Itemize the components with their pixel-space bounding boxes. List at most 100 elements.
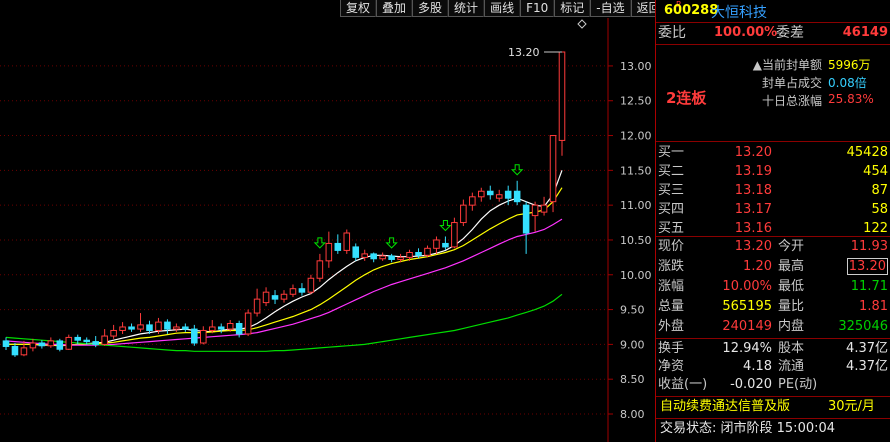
candle-body	[280, 293, 288, 300]
candle-body	[442, 242, 449, 248]
axis-tick-label: 11.50	[620, 164, 652, 177]
zhangdie-label: 涨跌	[658, 259, 685, 274]
candle-body	[343, 232, 351, 251]
zuidi-value: 11.71	[850, 279, 888, 294]
shouyi-value: -0.020	[730, 377, 772, 392]
buy-row[interactable]: 买四 13.17 58	[656, 200, 890, 220]
seal-ratio-value: 0.08倍	[828, 76, 867, 90]
buy-volume: 45428	[846, 145, 888, 160]
zongliang-label: 总量	[658, 299, 685, 314]
zuidi-label: 最低	[778, 279, 805, 294]
ten-day-gain-value: 25.83%	[828, 92, 874, 106]
toolbar-button[interactable]: 复权	[340, 0, 377, 17]
seal-amount-value: 5996万	[828, 58, 871, 72]
kline-chart[interactable]: 13.00 12.50 12.00 11.50 11.00 10.50 10.00 9.50 9…	[0, 18, 654, 442]
buy-row[interactable]: 买一 13.20 45428	[656, 143, 890, 163]
zhangfu-value: 10.00%	[722, 279, 772, 294]
xianjia-label: 现价	[658, 239, 685, 254]
candle-body	[522, 204, 530, 234]
axis-tick-label: 10.50	[620, 234, 652, 247]
axis-tick-label: 12.50	[620, 95, 652, 108]
toolbar-button[interactable]: 统计	[448, 0, 485, 17]
kline-chart-svg[interactable]: 13.00 12.50 12.00 11.50 11.00 10.50 10.00 9.50 9…	[0, 18, 654, 442]
jingzi-label: 净资	[658, 359, 685, 374]
jingzi-value: 4.18	[743, 359, 772, 374]
candle-body	[173, 326, 180, 330]
xianjia-value: 13.20	[734, 239, 772, 254]
down-arrow-icon	[510, 164, 524, 176]
candle-body	[307, 277, 315, 293]
candle-body	[182, 326, 189, 330]
toolbar-button[interactable]: -自选	[590, 0, 631, 17]
candle-body	[83, 339, 90, 343]
ma-line	[6, 187, 563, 346]
toolbar-button[interactable]: 标记	[554, 0, 591, 17]
candle-body	[38, 342, 46, 347]
guben-value: 4.37亿	[846, 341, 888, 356]
zongliang-value: 565195	[722, 299, 772, 314]
neipan-value: 325046	[838, 319, 888, 334]
waipan-label: 外盘	[658, 319, 685, 334]
divider	[656, 141, 890, 142]
candle-body	[289, 288, 297, 295]
axis-tick-label: 12.00	[620, 130, 652, 143]
guben-label: 股本	[778, 341, 805, 356]
candle-body	[155, 321, 162, 331]
buy-price: 13.17	[734, 202, 772, 217]
toolbar-button[interactable]: 多股	[412, 0, 449, 17]
pe-label: PE(动)	[778, 377, 818, 392]
quote-row: 外盘 240149 内盘 325046	[656, 317, 890, 337]
candle-body	[191, 328, 198, 344]
jinkai-label: 今开	[778, 239, 805, 254]
axis-tick-label: 9.50	[620, 304, 645, 317]
candle-body	[74, 336, 82, 341]
zuigao-label: 最高	[778, 259, 805, 274]
stock-name[interactable]: 大恒科技	[711, 2, 767, 22]
candle-body	[451, 222, 458, 248]
ma-line	[5, 218, 563, 346]
candle-body	[504, 190, 512, 199]
ad-banner[interactable]: 自动续费通达信普及版 30元/月	[656, 397, 890, 417]
ad-text[interactable]: 自动续费通达信普及版	[660, 397, 790, 417]
down-arrow-icon	[313, 237, 327, 249]
candle-body	[415, 251, 422, 256]
candle-body	[244, 312, 252, 335]
weibi-row: 委比 100.00% 委差 46149	[656, 23, 890, 43]
candle-body	[513, 190, 521, 203]
buy-row[interactable]: 买三 13.18 87	[656, 181, 890, 201]
ad-price[interactable]: 30元/月	[828, 397, 875, 417]
toolbar-button[interactable]: F10	[520, 0, 555, 17]
candle-body	[406, 251, 413, 258]
candle-body	[47, 340, 55, 347]
buy-label: 买三	[658, 183, 685, 198]
buy-label: 买四	[658, 202, 685, 217]
candle-body	[65, 336, 73, 350]
weibi-value: 100.00%	[714, 25, 778, 40]
divider	[656, 44, 890, 45]
liutong-value: 4.37亿	[846, 359, 888, 374]
buy-label: 买一	[658, 145, 685, 160]
candle-body	[253, 298, 261, 314]
candle-body	[128, 326, 135, 330]
buy-row[interactable]: 买二 13.19 454	[656, 162, 890, 182]
candle-body	[217, 326, 225, 330]
down-arrow-icon	[385, 237, 398, 249]
trade-status: 交易状态: 闭市阶段 15:00:04	[656, 419, 890, 439]
toolbar-button[interactable]: 叠加	[376, 0, 413, 17]
candle-body	[200, 329, 207, 344]
zuigao-value: 13.20	[828, 257, 888, 277]
liangbi-value: 1.81	[859, 299, 888, 314]
jinkai-value: 11.93	[850, 239, 888, 254]
buy-volume: 454	[863, 164, 888, 179]
toolbar-button[interactable]: 画线	[484, 0, 521, 17]
weicha-label: 委差	[776, 25, 804, 41]
candle-body	[540, 204, 548, 213]
axis-tick-label: 8.00	[620, 408, 645, 421]
quote-panel: R 600288 大恒科技 委比 100.00% 委差 46149 ▲当前封单额…	[655, 0, 890, 442]
weibi-label: 委比	[658, 25, 686, 41]
quote-row: 总量 565195 量比 1.81	[656, 297, 890, 317]
candle-body	[478, 190, 485, 198]
candle-body	[29, 342, 37, 349]
buy-price: 13.18	[734, 183, 772, 198]
zhangfu-label: 涨幅	[658, 279, 685, 294]
